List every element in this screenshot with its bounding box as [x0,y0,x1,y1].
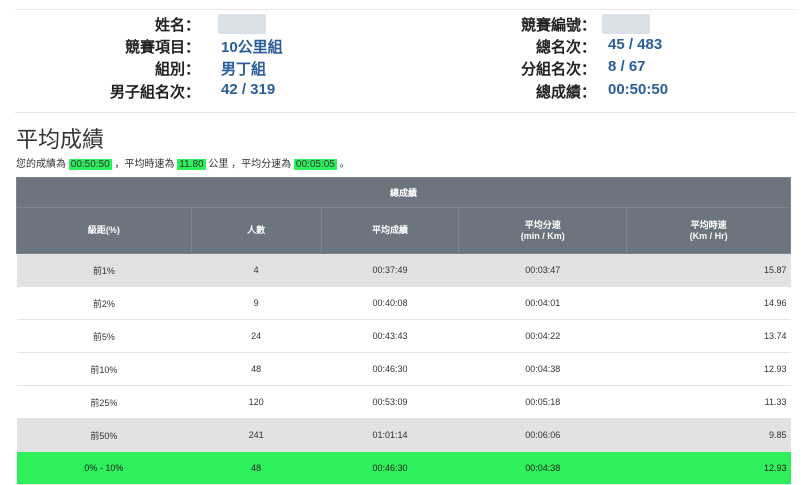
col-header-avg-time: 平均成績 [320,207,460,254]
total-time-value: 00:50:50 [608,81,669,98]
division-rank-value: 8 / 67 [608,58,646,75]
average-title: 平均成績 [16,127,105,152]
summary-pace: 00:05:05 [293,159,337,170]
col-header-avg-speed: 平均時速 (Km / Hr) [626,207,791,254]
table-row: 前25% 120 00:53:09 00:05:18 11.33 [16,385,791,419]
group-label: 組別： [154,61,200,78]
bib-value-redacted [602,14,650,34]
summary-speed: 11.80 [177,159,206,170]
overall-rank-label: 總名次： [535,39,596,56]
name-label: 姓名： [154,17,200,34]
section-divider [15,112,795,113]
table-row: 前50% 241 01:01:14 00:06:06 9.85 [16,418,791,452]
col-header-avg-pace: 平均分速 (min / Km) [458,207,628,254]
table-row: 前5% 24 00:43:43 00:04:22 13.74 [16,319,791,353]
table-row: 前2% 9 00:40:08 00:04:01 14.96 [16,286,791,320]
col-header-percentile: 級距(%) [16,207,192,254]
average-summary: 您的成績為 00:50:50 ，平均時速為 11.80 公里 ，平均分速為 00… [16,155,350,170]
event-value: 10公里組 [221,39,283,56]
summary-total-time: 00:50:50 [68,159,112,170]
table-group-header: 總成績 [16,177,791,208]
table-row-user-bracket: 0% - 10% 48 00:46:30 00:04:38 12.93 [16,451,791,485]
event-label: 競賽項目： [124,39,200,56]
table-row: 前1% 4 00:37:49 00:03:47 15.87 [16,253,791,287]
col-header-count: 人數 [190,207,322,254]
summary-text-3: 公里 ，平均分速為 [208,159,292,170]
group-value: 男丁組 [221,61,267,78]
top-divider [15,9,795,10]
percentile-table: 總成績 級距(%) 人數 平均成績 平均分速 (min / Km) 平均時速 (Km… [16,177,791,485]
summary-text-1: 您的成績為 [16,159,66,170]
summary-text-2: ，平均時速為 [114,159,175,170]
overall-rank-value: 45 / 483 [608,36,663,53]
bib-label: 競賽編號： [520,17,596,34]
runner-info: 姓名： 競賽編號： 競賽項目： 10公里組 總名次： 45 / 483 組別： … [0,14,805,104]
group-rank-label: 男子組名次： [109,84,200,101]
summary-text-4: 。 [339,159,350,170]
table-row: 前10% 48 00:46:30 00:04:38 12.93 [16,352,791,386]
group-rank-value: 42 / 319 [221,81,276,98]
division-rank-label: 分組名次： [520,61,596,78]
total-time-label: 總成績： [535,84,596,101]
name-value-redacted [218,14,266,34]
